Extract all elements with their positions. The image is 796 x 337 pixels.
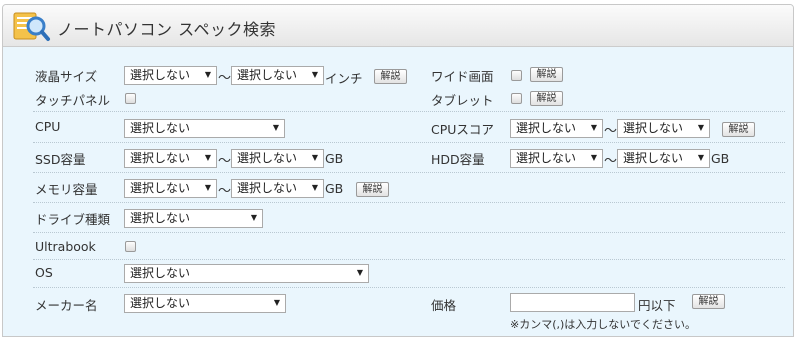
select-value: 選択しない: [130, 266, 191, 280]
range-tilde: 〜: [218, 184, 232, 199]
drive-type-select[interactable]: 選択しない ▼: [124, 209, 263, 228]
select-value: 選択しない: [623, 151, 684, 165]
price-input[interactable]: [510, 293, 635, 312]
memory-min-select[interactable]: 選択しない ▼: [124, 179, 217, 198]
dropdown-arrow-icon: ▼: [204, 70, 211, 79]
row-divider: [33, 202, 785, 203]
select-value: 選択しない: [130, 296, 191, 310]
dropdown-arrow-icon: ▼: [311, 183, 318, 192]
select-value: 選択しない: [130, 151, 191, 165]
unit-gb: GB: [325, 151, 344, 166]
cpu-select[interactable]: 選択しない ▼: [124, 119, 285, 138]
label-ultrabook: Ultrabook: [35, 239, 96, 254]
label-tablet: タブレット: [431, 93, 494, 108]
label-hdd: HDD容量: [431, 152, 485, 167]
range-tilde: 〜: [604, 124, 618, 139]
label-ssd: SSD容量: [35, 152, 86, 167]
magnifier-document-icon: [13, 12, 50, 41]
panel-header: ノートパソコン スペック検索: [3, 5, 793, 47]
dropdown-arrow-icon: ▼: [311, 153, 318, 162]
dropdown-arrow-icon: ▼: [590, 153, 597, 162]
ssd-max-select[interactable]: 選択しない ▼: [231, 149, 324, 168]
range-tilde: 〜: [218, 154, 232, 169]
select-value: 選択しない: [130, 181, 191, 195]
dropdown-arrow-icon: ▼: [311, 70, 318, 79]
dropdown-arrow-icon: ▼: [272, 123, 279, 132]
row-divider: [33, 172, 785, 173]
screen-size-min-select[interactable]: 選択しない ▼: [124, 66, 217, 85]
label-screen-size: 液晶サイズ: [35, 69, 98, 84]
row-divider: [33, 142, 785, 143]
select-value: 選択しない: [130, 121, 191, 135]
unit-gb: GB: [711, 151, 730, 166]
select-value: 選択しない: [237, 68, 298, 82]
page-title: ノートパソコン スペック検索: [57, 20, 276, 39]
label-maker: メーカー名: [35, 298, 98, 313]
screen-size-max-select[interactable]: 選択しない ▼: [231, 66, 324, 85]
unit-price-suffix: 円以下: [638, 298, 676, 313]
ssd-min-select[interactable]: 選択しない ▼: [124, 149, 217, 168]
row-divider: [33, 287, 785, 288]
maker-select[interactable]: 選択しない ▼: [124, 294, 286, 313]
dropdown-arrow-icon: ▼: [204, 153, 211, 162]
select-value: 選択しない: [516, 121, 577, 135]
help-button-wide-screen[interactable]: 解説: [530, 67, 563, 82]
cpu-score-max-select[interactable]: 選択しない ▼: [617, 119, 710, 138]
row-divider: [33, 111, 785, 112]
label-cpu: CPU: [35, 119, 61, 134]
os-select[interactable]: 選択しない ▼: [124, 264, 369, 283]
row-divider: [33, 259, 785, 260]
label-os: OS: [35, 265, 53, 280]
help-button-screen-size[interactable]: 解説: [374, 69, 407, 84]
help-button-price[interactable]: 解説: [692, 294, 725, 309]
help-button-cpu-score[interactable]: 解説: [722, 122, 755, 137]
unit-inch: インチ: [325, 71, 363, 86]
select-value: 選択しない: [130, 68, 191, 82]
label-cpu-score: CPUスコア: [431, 122, 494, 137]
dropdown-arrow-icon: ▼: [204, 183, 211, 192]
label-price: 価格: [431, 298, 457, 313]
select-value: 選択しない: [237, 181, 298, 195]
dropdown-arrow-icon: ▼: [590, 123, 597, 132]
price-note: ※カンマ(,)は入力しないでください。: [510, 318, 696, 331]
range-tilde: 〜: [218, 71, 232, 86]
help-button-tablet[interactable]: 解説: [530, 91, 563, 106]
dropdown-arrow-icon: ▼: [250, 213, 257, 222]
row-divider: [33, 232, 785, 233]
dropdown-arrow-icon: ▼: [356, 268, 363, 277]
hdd-min-select[interactable]: 選択しない ▼: [510, 149, 603, 168]
label-drive: ドライブ種類: [35, 212, 111, 227]
dropdown-arrow-icon: ▼: [697, 153, 704, 162]
touch-panel-checkbox[interactable]: [125, 93, 136, 104]
unit-gb: GB: [325, 181, 344, 196]
dropdown-arrow-icon: ▼: [697, 123, 704, 132]
dropdown-arrow-icon: ▼: [273, 298, 280, 307]
label-memory: メモリ容量: [35, 182, 98, 197]
cpu-score-min-select[interactable]: 選択しない ▼: [510, 119, 603, 138]
label-wide-screen: ワイド画面: [431, 69, 494, 84]
label-touch-panel: タッチパネル: [35, 93, 111, 108]
select-value: 選択しない: [516, 151, 577, 165]
select-value: 選択しない: [237, 151, 298, 165]
tablet-checkbox[interactable]: [511, 93, 522, 104]
select-value: 選択しない: [130, 211, 191, 225]
help-button-memory[interactable]: 解説: [356, 182, 389, 197]
wide-screen-checkbox[interactable]: [511, 70, 522, 81]
range-tilde: 〜: [604, 154, 618, 169]
hdd-max-select[interactable]: 選択しない ▼: [617, 149, 710, 168]
spec-search-panel: ノートパソコン スペック検索 液晶サイズ 選択しない ▼ 〜 選択しない ▼ インチ…: [2, 4, 794, 337]
ultrabook-checkbox[interactable]: [125, 241, 136, 252]
memory-max-select[interactable]: 選択しない ▼: [231, 179, 324, 198]
select-value: 選択しない: [623, 121, 684, 135]
